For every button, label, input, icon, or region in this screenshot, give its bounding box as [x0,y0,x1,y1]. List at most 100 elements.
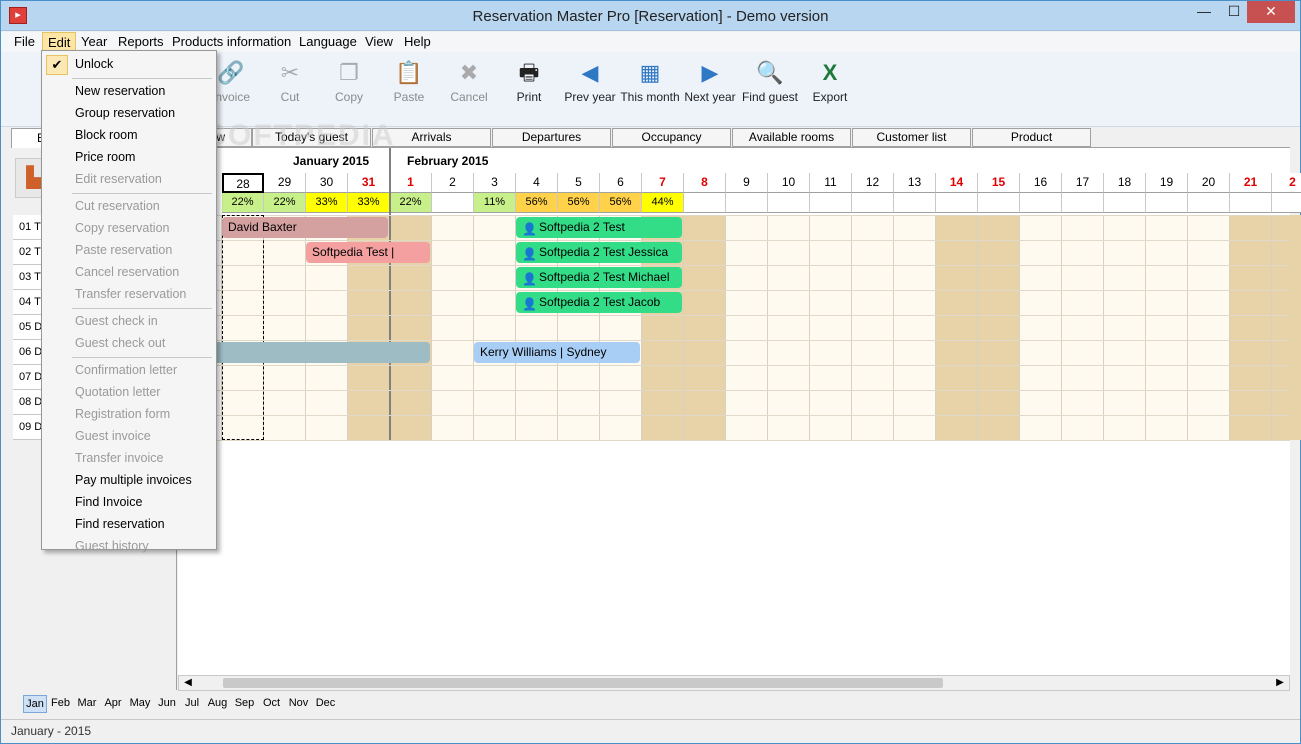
print-button[interactable]: 🖶 Print [499,56,559,122]
day-header-cell[interactable]: 2 [432,173,474,193]
paste-button[interactable]: 📋 Paste [379,56,439,122]
menu-item-new-reservation[interactable]: New reservation [75,81,165,101]
tab-occupancy[interactable]: Occupancy [612,128,731,147]
day-header-cell[interactable]: 13 [894,173,936,193]
day-column[interactable] [768,215,810,440]
menu-products-information[interactable]: Products information [167,32,296,52]
menu-file[interactable]: File [9,32,40,52]
day-header-cell[interactable]: 14 [936,173,978,193]
month-tab-jul[interactable]: Jul [180,695,204,713]
day-header-cell[interactable]: 2 [1272,173,1301,193]
day-column[interactable] [1062,215,1104,440]
reservation-bar[interactable]: 👤 Softpedia 2 Test Jacob [516,292,682,313]
menu-item-block-room[interactable]: Block room [75,125,138,145]
day-column[interactable] [1230,215,1272,440]
reservation-calendar-grid[interactable]: January 2015 February 2015 28 22% 29 22% 30 3… [178,147,1301,675]
month-tab-feb[interactable]: Feb [47,695,74,713]
day-column[interactable] [726,215,768,440]
tab-customer-list[interactable]: Customer list [852,128,971,147]
tab-departures[interactable]: Departures [492,128,611,147]
day-column[interactable] [1020,215,1062,440]
reservation-bar[interactable]: 👤 Softpedia 2 Test Michael [516,267,682,288]
day-column[interactable] [1188,215,1230,440]
reservation-bar[interactable]: Softpedia Test | [306,242,430,263]
day-column[interactable] [264,215,306,440]
day-header-cell[interactable]: 4 [516,173,558,193]
month-tab-jun[interactable]: Jun [154,695,180,713]
month-tab-apr[interactable]: Apr [100,695,126,713]
menu-item-find-reservation[interactable]: Find reservation [75,514,165,534]
day-column[interactable] [474,215,516,440]
month-tab-mar[interactable]: Mar [74,695,100,713]
day-column[interactable] [1104,215,1146,440]
day-header-cell[interactable]: 12 [852,173,894,193]
reservation-bar[interactable]: Kerry Williams | Sydney [474,342,640,363]
day-column[interactable] [894,215,936,440]
this-month-button[interactable]: ▦ This month [620,56,680,122]
day-header-cell[interactable]: 3 [474,173,516,193]
day-column[interactable] [810,215,852,440]
day-column[interactable] [684,215,726,440]
day-column[interactable] [1146,215,1188,440]
day-header-cell[interactable]: 5 [558,173,600,193]
maximize-button[interactable]: ☐ [1219,1,1249,23]
tab-available-rooms[interactable]: Available rooms [732,128,851,147]
day-header-cell[interactable]: 15 [978,173,1020,193]
scroll-right-arrow-icon[interactable]: ▶ [1273,676,1287,690]
day-header-cell[interactable]: 19 [1146,173,1188,193]
tab-product[interactable]: Product [972,128,1091,147]
day-column[interactable] [936,215,978,440]
export-button[interactable]: X Export [800,56,860,122]
month-tab-jan[interactable]: Jan [23,695,47,713]
reservation-bar[interactable]: 👤 Softpedia 2 Test [516,217,682,238]
minimize-button[interactable]: — [1189,1,1219,23]
day-header-cell[interactable]: 21 [1230,173,1272,193]
menu-item-group-reservation[interactable]: Group reservation [75,103,175,123]
prev-year-button[interactable]: ◀ Prev year [560,56,620,122]
day-header-cell[interactable]: 6 [600,173,642,193]
month-tab-may[interactable]: May [126,695,154,713]
day-header-cell[interactable]: 28 [222,173,264,193]
cut-button[interactable]: ✂ Cut [260,56,320,122]
menu-item-pay-multiple-invoices[interactable]: Pay multiple invoices [75,470,192,490]
month-tab-dec[interactable]: Dec [312,695,339,713]
menu-view[interactable]: View [360,32,398,52]
day-header-cell[interactable]: 17 [1062,173,1104,193]
horizontal-scrollbar[interactable]: ◀ ▶ [178,675,1290,691]
day-header-cell[interactable]: 16 [1020,173,1062,193]
reservation-bar[interactable]: David Baxter [222,217,388,238]
day-column[interactable] [978,215,1020,440]
day-header-cell[interactable]: 11 [810,173,852,193]
menu-edit[interactable]: Edit [42,32,77,52]
menu-item-price-room[interactable]: Price room [75,147,135,167]
day-column[interactable] [852,215,894,440]
day-header-cell[interactable]: 20 [1188,173,1230,193]
menu-item-find-invoice[interactable]: Find Invoice [75,492,142,512]
close-button[interactable]: ✕ [1247,1,1295,23]
day-column[interactable] [432,215,474,440]
menu-reports[interactable]: Reports [113,32,169,52]
reservation-bar[interactable]: 👤 Softpedia 2 Test Jessica [516,242,682,263]
day-header-cell[interactable]: 18 [1104,173,1146,193]
day-header-cell[interactable]: 7 [642,173,684,193]
day-header-cell[interactable]: 10 [768,173,810,193]
menu-year[interactable]: Year [76,32,112,52]
find-guest-button[interactable]: 🔍 Find guest [740,56,800,122]
month-tab-nov[interactable]: Nov [285,695,312,713]
month-tab-oct[interactable]: Oct [258,695,285,713]
scroll-left-arrow-icon[interactable]: ◀ [181,676,195,690]
month-tab-sep[interactable]: Sep [231,695,258,713]
day-header-cell[interactable]: 8 [684,173,726,193]
day-header-cell[interactable]: 30 [306,173,348,193]
day-header-cell[interactable]: 29 [264,173,306,193]
cancel-button[interactable]: ✖ Cancel [439,56,499,122]
scrollbar-thumb[interactable] [223,678,943,688]
next-year-button[interactable]: ▶ Next year [680,56,740,122]
menu-help[interactable]: Help [399,32,436,52]
day-column[interactable] [1272,215,1301,440]
day-header-cell[interactable]: 31 [348,173,390,193]
menu-language[interactable]: Language [294,32,362,52]
day-header-cell[interactable]: 9 [726,173,768,193]
menu-item-unlock[interactable]: Unlock [75,54,113,74]
day-header-cell[interactable]: 1 [390,173,432,193]
